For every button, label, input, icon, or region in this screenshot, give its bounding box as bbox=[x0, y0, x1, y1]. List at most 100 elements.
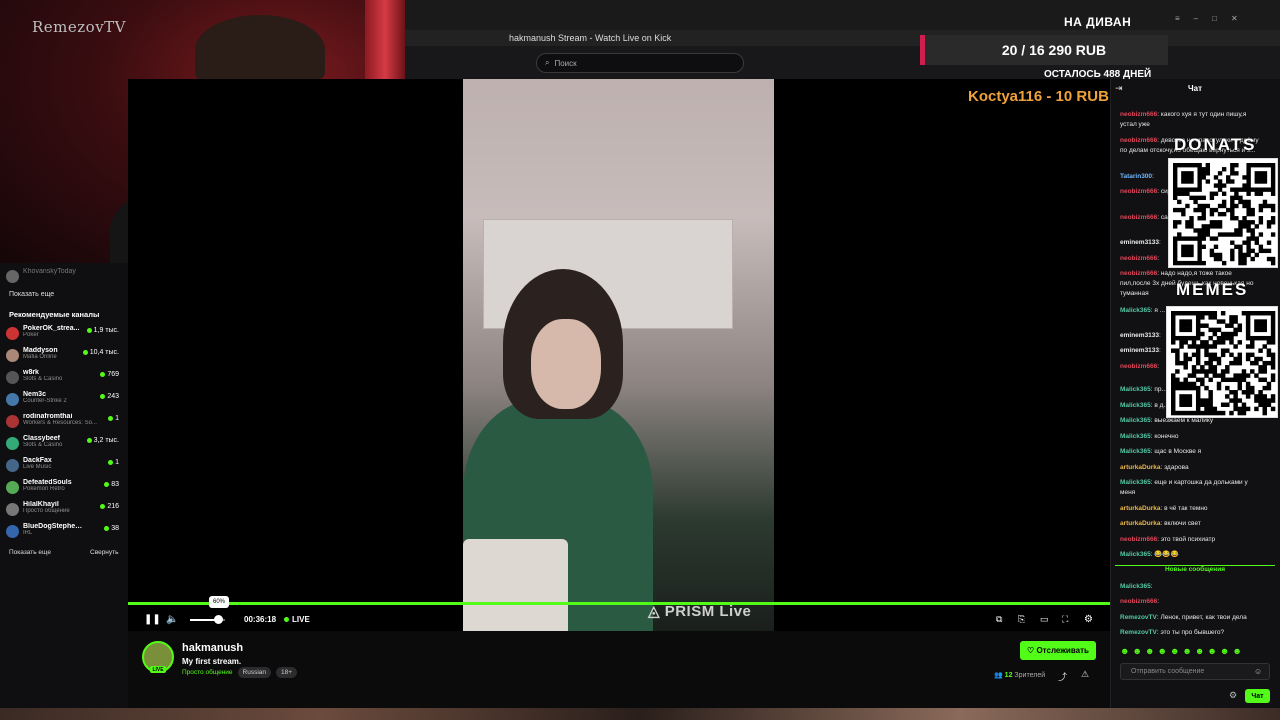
chat-username[interactable]: arturkaDurka bbox=[1120, 520, 1160, 527]
emote-icon[interactable]: ☻ bbox=[1132, 646, 1141, 656]
fullscreen-icon[interactable]: ⛶ bbox=[1062, 614, 1068, 625]
sidebar-channel-item[interactable]: rodinafromthai Workers & Resources: So...… bbox=[6, 413, 124, 435]
avatar bbox=[6, 481, 19, 494]
viewer-count: 38 bbox=[104, 525, 119, 532]
maximize-icon[interactable]: □ bbox=[1212, 14, 1217, 26]
sidebar-channel-item[interactable]: Maddyson Mafia Online 10,4 тыс. bbox=[6, 347, 124, 369]
emote-icon[interactable]: ☻ bbox=[1207, 646, 1216, 656]
donate-qr-code bbox=[1168, 158, 1278, 268]
send-chat-button[interactable]: Чат bbox=[1245, 689, 1270, 703]
chat-username[interactable]: neobizm666 bbox=[1120, 255, 1157, 262]
volume-icon[interactable]: 🔈 bbox=[166, 614, 178, 625]
emote-bar[interactable]: ☻ ☻ ☻ ☻ ☻ ☻ ☻ ☻ ☻ ☻ bbox=[1120, 646, 1275, 656]
report-icon[interactable]: ⚠ bbox=[1081, 669, 1089, 680]
chat-username[interactable]: arturkaDurka bbox=[1120, 505, 1160, 512]
chat-username[interactable]: eminem3133 bbox=[1120, 347, 1159, 354]
chat-username[interactable]: neobizm666 bbox=[1120, 363, 1157, 370]
chat-username[interactable]: neobizm666 bbox=[1120, 214, 1157, 221]
chat-username[interactable]: neobizm666 bbox=[1120, 598, 1157, 605]
follow-button[interactable]: ♡ Отслеживать bbox=[1020, 641, 1096, 660]
settings-icon[interactable]: ⚙ bbox=[1084, 614, 1093, 625]
chat-username[interactable]: Malick365 bbox=[1120, 583, 1151, 590]
emote-icon[interactable]: ☻ bbox=[1182, 646, 1191, 656]
chat-text: это твой психиатр bbox=[1160, 536, 1216, 543]
sidebar-channel-item[interactable]: BlueDogStephens IRL 38 bbox=[6, 523, 124, 545]
emote-icon[interactable]: ☻ bbox=[1170, 646, 1179, 656]
live-dot-icon bbox=[104, 526, 110, 531]
channel-name: HilalKhayil bbox=[23, 501, 59, 508]
chat-username[interactable]: Malick365 bbox=[1120, 448, 1151, 455]
chat-username[interactable]: eminem3133 bbox=[1120, 239, 1159, 246]
viewer-count: 👥 12 Зрителей bbox=[994, 672, 1046, 679]
channel-name[interactable]: hakmanush bbox=[182, 642, 243, 654]
emote-icon[interactable]: ☻ bbox=[1145, 646, 1154, 656]
goal-title: НА ДИВАН bbox=[1064, 15, 1132, 29]
avatar bbox=[6, 459, 19, 472]
tag-age[interactable]: 18+ bbox=[276, 667, 298, 678]
sidebar-channel-item[interactable]: PokerOK_strea... Poker 1,9 тыс. bbox=[6, 325, 124, 347]
chat-username[interactable]: Malick365 bbox=[1120, 417, 1151, 424]
sidebar-channel-item[interactable]: DackFax Live Music 1 bbox=[6, 457, 124, 479]
close-icon[interactable]: ✕ bbox=[1231, 14, 1238, 26]
clip-icon[interactable]: ⎘ bbox=[1018, 614, 1025, 625]
show-more-bottom-link[interactable]: Показать еще bbox=[9, 549, 51, 556]
chat-message: Malick365: bbox=[1120, 583, 1153, 590]
live-progress-bar[interactable] bbox=[128, 602, 1110, 605]
volume-slider-handle[interactable] bbox=[214, 615, 223, 624]
chat-username[interactable]: RemezovTV bbox=[1120, 614, 1157, 621]
channel-category: Просто общение bbox=[23, 508, 70, 514]
tag-language[interactable]: Russian bbox=[237, 667, 272, 678]
emote-icon[interactable]: ☻ bbox=[1157, 646, 1166, 656]
tab-title[interactable]: hakmanush Stream - Watch Live on Kick bbox=[509, 33, 671, 43]
channel-name: PokerOK_strea... bbox=[23, 325, 80, 332]
chat-message: Malick365: конечно bbox=[1120, 433, 1179, 440]
chat-username[interactable]: neobizm666 bbox=[1120, 111, 1157, 118]
chat-input[interactable]: Отправить сообщение bbox=[1120, 663, 1270, 680]
chat-username[interactable]: Malick365 bbox=[1120, 386, 1151, 393]
emote-icon[interactable]: ☻ bbox=[1232, 646, 1241, 656]
new-messages-divider[interactable]: Новые сообщения bbox=[1115, 565, 1275, 573]
sidebar-channel-item[interactable]: DefeatedSouls Pokemon Retro 83 bbox=[6, 479, 124, 501]
menu-icon[interactable]: ≡ bbox=[1175, 14, 1180, 26]
chat-username[interactable]: neobizm666 bbox=[1120, 137, 1157, 144]
share-icon[interactable]: ⤴ bbox=[1058, 670, 1067, 683]
show-more-link[interactable]: Показать еще bbox=[9, 291, 54, 298]
sidebar-channel-item[interactable]: Nem3c Counter-Strike 2 243 bbox=[6, 391, 124, 413]
chat-username[interactable]: neobizm666 bbox=[1120, 188, 1157, 195]
chat-username[interactable]: RemezovTV bbox=[1120, 629, 1157, 636]
chat-username[interactable]: Malick365 bbox=[1120, 433, 1151, 440]
live-dot-icon bbox=[108, 460, 114, 465]
memes-label: MEMES bbox=[1176, 280, 1249, 299]
sidebar-channel-item[interactable]: w8rk Slots & Casino 769 bbox=[6, 369, 124, 391]
window-controls[interactable]: ≡ – □ ✕ bbox=[1175, 14, 1280, 26]
chat-username[interactable]: Malick365 bbox=[1120, 479, 1151, 486]
chat-settings-icon[interactable]: ⚙ bbox=[1229, 690, 1237, 701]
chat-username[interactable]: neobizm666 bbox=[1120, 270, 1157, 277]
chat-username[interactable]: eminem3133 bbox=[1120, 332, 1159, 339]
chat-username[interactable]: arturkaDurka bbox=[1120, 464, 1160, 471]
search-input[interactable]: ⌕ Поиск bbox=[536, 53, 744, 73]
volume-tooltip: 60% bbox=[209, 596, 229, 608]
theater-icon[interactable]: ▭ bbox=[1040, 614, 1049, 625]
chat-username[interactable]: Malick365 bbox=[1120, 307, 1151, 314]
search-placeholder: Поиск bbox=[554, 58, 577, 68]
minimize-icon[interactable]: – bbox=[1194, 14, 1198, 26]
collapse-chat-icon[interactable]: ⇥ bbox=[1115, 83, 1123, 94]
miniplayer-icon[interactable]: ⧉ bbox=[996, 614, 1002, 625]
live-indicator[interactable]: LIVE bbox=[284, 615, 310, 624]
sidebar-channel-item[interactable]: Classybeef Slots & Casino 3,2 тыс. bbox=[6, 435, 124, 457]
avatar bbox=[6, 349, 19, 362]
category-link[interactable]: Просто общение bbox=[182, 669, 233, 676]
sidebar-channel-item[interactable]: HilalKhayil Просто общение 216 bbox=[6, 501, 124, 523]
sidebar-item-top-channel[interactable]: KhovanskyToday bbox=[6, 268, 124, 290]
emote-icon[interactable]: ☻ bbox=[1120, 646, 1129, 656]
emote-icon[interactable]: ☻ bbox=[1220, 646, 1229, 656]
emoji-picker-icon[interactable]: ☺ bbox=[1254, 667, 1262, 676]
chat-username[interactable]: Tatarin300 bbox=[1120, 173, 1152, 180]
pause-icon[interactable]: ❚❚ bbox=[144, 614, 161, 625]
chat-username[interactable]: Malick365 bbox=[1120, 551, 1151, 558]
emote-icon[interactable]: ☻ bbox=[1195, 646, 1204, 656]
chat-username[interactable]: Malick365 bbox=[1120, 402, 1151, 409]
collapse-link[interactable]: Свернуть bbox=[90, 549, 119, 556]
chat-username[interactable]: neobizm666 bbox=[1120, 536, 1157, 543]
